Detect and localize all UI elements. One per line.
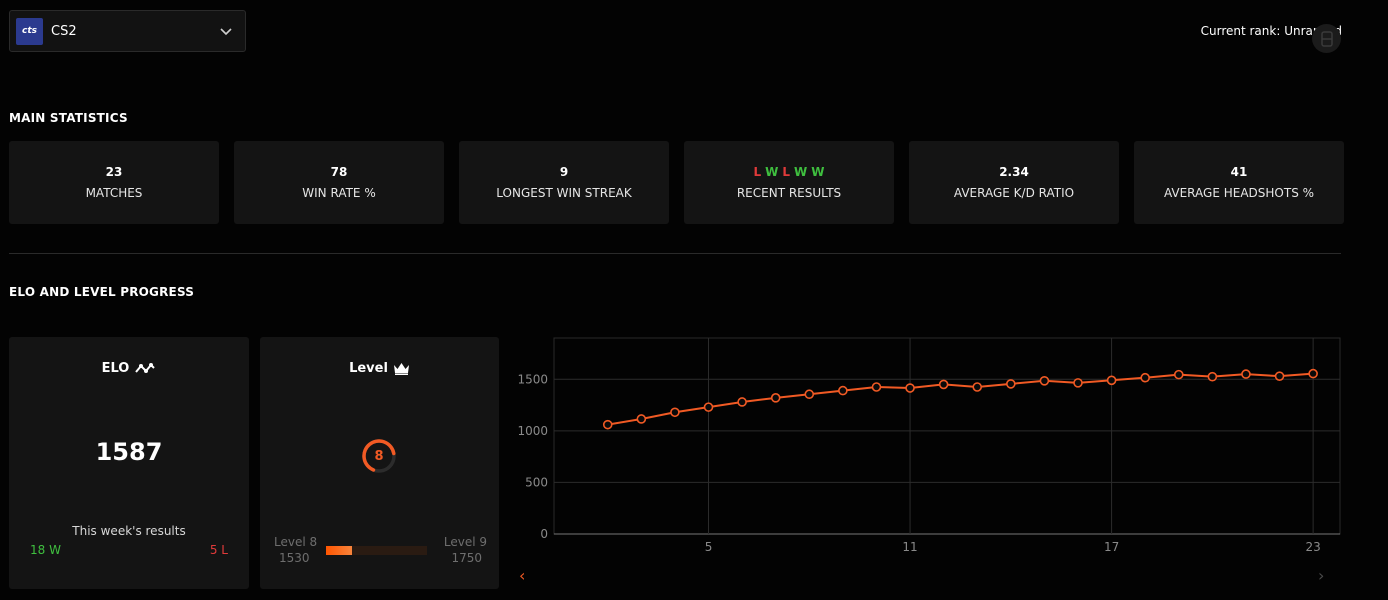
elo-data-point [1308, 368, 1318, 379]
game-select-dropdown[interactable]: cts CS2 [9, 10, 246, 52]
level-title-label: Level [349, 361, 388, 376]
y-tick-label: 1500 [517, 372, 548, 386]
week-wins: 18 W [30, 543, 61, 557]
recent-result: W [811, 165, 825, 179]
elo-data-point [770, 393, 781, 403]
stat-value: 2.34 [999, 165, 1029, 179]
elo-data-point [1106, 375, 1117, 386]
stat-card-matches: 23 MATCHES [9, 141, 219, 224]
stat-card-win-rate: 78 WIN RATE % [234, 141, 444, 224]
elo-data-point [804, 389, 815, 400]
elo-history-chart: 0 500 1000 1500 5 11 17 23 [517, 337, 1341, 554]
section-divider [9, 253, 1341, 254]
recent-result: W [765, 165, 779, 179]
elo-data-point [1073, 378, 1083, 388]
recent-result: L [753, 165, 762, 179]
level-progress-fill [326, 546, 353, 555]
stat-value: 23 [105, 165, 123, 179]
elo-data-point [1140, 372, 1150, 383]
game-name: CS2 [51, 23, 77, 39]
elo-data-point [1241, 369, 1251, 379]
recent-result: W [794, 165, 808, 179]
elo-value: 1587 [95, 438, 163, 466]
stat-card-recent-results: LWLWW RECENT RESULTS [684, 141, 894, 224]
stat-value: 41 [1230, 165, 1248, 179]
stat-label: LONGEST WIN STREAK [496, 186, 632, 200]
crown-icon [393, 363, 409, 375]
stat-value: 9 [559, 165, 569, 179]
elo-series-line [607, 372, 1314, 426]
chart-frame [553, 337, 1341, 535]
elo-data-point [838, 385, 848, 396]
elo-panel-title: ELO [9, 361, 249, 376]
elo-data-point [972, 382, 983, 392]
x-tick-label: 11 [902, 540, 917, 554]
elo-data-point [938, 379, 949, 390]
elo-trend-icon [135, 363, 156, 373]
y-tick-label: 500 [525, 475, 548, 489]
elo-data-point [905, 383, 915, 393]
elo-data-point [636, 414, 647, 424]
stat-value: 78 [330, 165, 348, 179]
stat-label: WIN RATE % [302, 186, 376, 200]
elo-level-title: ELO AND LEVEL PROGRESS [9, 285, 195, 299]
stats-row: 23 MATCHES 78 WIN RATE % 9 LONGEST WIN S… [9, 141, 1344, 224]
y-tick-label: 0 [540, 527, 548, 541]
x-tick-label: 5 [705, 540, 713, 554]
recent-results-list: LWLWW [751, 165, 826, 181]
stat-card-kd-ratio: 2.34 AVERAGE K/D RATIO [909, 141, 1119, 224]
stat-label: AVERAGE K/D RATIO [953, 186, 1075, 200]
chart-next-button[interactable]: › [1318, 566, 1324, 585]
level-current-info: Level 8 1530 [274, 534, 317, 566]
week-losses: 5 L [209, 543, 228, 557]
chart-prev-button[interactable]: ‹ [519, 566, 525, 585]
level-current-label: Level 8 [274, 535, 318, 549]
elo-data-point [1207, 371, 1218, 382]
elo-data-point [670, 407, 680, 418]
stat-card-longest-streak: 9 LONGEST WIN STREAK [459, 141, 669, 224]
game-logo: cts [16, 17, 43, 45]
level-panel: Level 8 Level 8 1530 Level 9 1750 [260, 337, 499, 589]
rank-badge-icon [1312, 24, 1341, 53]
x-tick-label: 23 [1305, 540, 1320, 554]
stat-label: RECENT RESULTS [736, 186, 842, 200]
level-panel-title: Level [260, 361, 499, 376]
elo-data-point [602, 419, 613, 430]
main-statistics-title: MAIN STATISTICS [9, 111, 128, 125]
elo-data-point [1039, 376, 1050, 386]
level-next-label: Level 9 [443, 535, 487, 549]
elo-data-point [737, 397, 747, 407]
y-tick-label: 1000 [517, 424, 548, 438]
level-number: 8 [374, 448, 384, 464]
elo-panel: ELO 1587 This week's results 18 W 5 L [9, 337, 249, 589]
elo-data-point [703, 402, 714, 412]
elo-title-label: ELO [101, 361, 130, 376]
elo-data-point [1173, 369, 1184, 380]
level-next-min: 1750 [451, 551, 482, 565]
elo-data-point [871, 382, 882, 392]
recent-result: L [782, 165, 791, 179]
chevron-down-icon [220, 28, 232, 36]
x-tick-label: 17 [1104, 540, 1119, 554]
level-next-info: Level 9 1750 [444, 534, 487, 566]
elo-data-point [1006, 379, 1016, 389]
week-results-label: This week's results [72, 524, 186, 538]
stat-label: MATCHES [85, 186, 143, 200]
level-progress-bar [326, 546, 427, 555]
stat-card-headshots: 41 AVERAGE HEADSHOTS % [1134, 141, 1344, 224]
level-current-min: 1530 [279, 551, 310, 565]
elo-data-point [1274, 371, 1285, 381]
stat-label: AVERAGE HEADSHOTS % [1163, 186, 1315, 200]
